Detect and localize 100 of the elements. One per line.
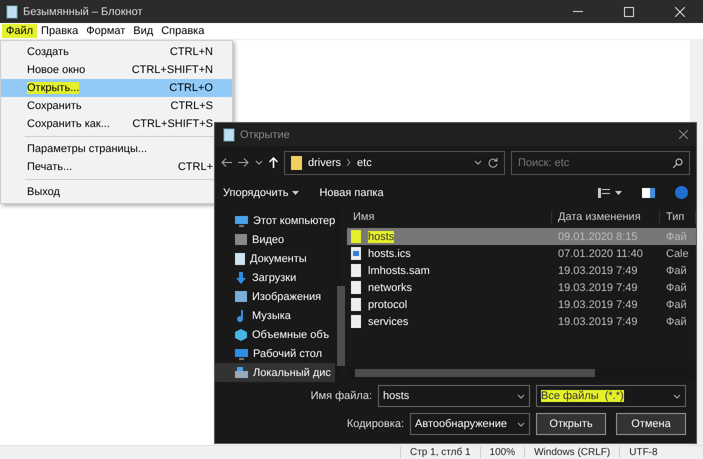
status-text: UTF-8 xyxy=(619,447,667,458)
up-arrow-icon[interactable] xyxy=(269,157,278,168)
file-name: protocol xyxy=(368,298,408,310)
navigation-item[interactable]: Документы xyxy=(215,249,336,268)
preview-pane-icon[interactable] xyxy=(642,188,655,198)
calendar-file-icon xyxy=(351,247,361,260)
shortcut-text: CTRL+N xyxy=(170,46,213,58)
status-text: Windows (CRLF) xyxy=(524,447,620,458)
date-cell-text: 19.03.2019 7:49 xyxy=(557,264,639,276)
navigation-item[interactable]: Рабочий стол xyxy=(215,344,336,363)
maximize-icon xyxy=(624,6,634,16)
chevron-icon xyxy=(517,394,525,398)
date-cell-text: 07.01.2020 11:40 xyxy=(557,248,644,260)
refresh-icon[interactable] xyxy=(488,158,498,168)
navigation-item[interactable]: Этот компьютер xyxy=(215,211,336,230)
file-name: services xyxy=(368,316,408,328)
file-icon xyxy=(351,315,361,328)
navigation-item[interactable]: Музыка xyxy=(215,306,336,325)
cube-icon xyxy=(235,328,247,340)
breadcrumb[interactable]: drivers xyxy=(308,156,342,168)
shortcut-text: CTRL+SHIFT+S xyxy=(132,118,213,130)
chevron-icon xyxy=(255,160,263,165)
shortcut-text: CTRL+S xyxy=(170,100,213,112)
type-cell-text: Фай xyxy=(665,264,688,276)
type-cell-text: Фай xyxy=(665,298,688,310)
download-arrow-icon xyxy=(235,272,247,284)
date-cell-text: 19.03.2019 7:49 xyxy=(557,316,639,328)
breadcrumb[interactable]: etc xyxy=(357,156,372,168)
file-row[interactable]: lmhosts.sam 19.03.2019 7:49 Фай xyxy=(347,262,696,279)
new-folder-button[interactable]: Новая папка xyxy=(319,186,384,198)
encoding-dropdown[interactable]: Автообнаружение xyxy=(410,413,530,435)
status-text: 100% xyxy=(480,447,524,458)
menu-entry[interactable]: Создать CTRL+N xyxy=(1,43,232,61)
close-icon xyxy=(675,6,685,16)
monitor-icon xyxy=(235,214,248,226)
navigation-item[interactable]: Видео xyxy=(215,230,336,249)
file-row[interactable]: networks 19.03.2019 7:49 Фай xyxy=(347,279,696,296)
type-cell-text: Фай xyxy=(665,282,688,294)
navigation-item[interactable]: Объемные объ xyxy=(215,325,336,344)
document-icon xyxy=(235,252,245,264)
navigation-item[interactable]: Локальный дис xyxy=(215,363,336,382)
monitor-icon xyxy=(235,348,248,360)
minimize-icon xyxy=(573,11,583,12)
date-cell-text: 09.01.2020 8:15 xyxy=(557,230,639,242)
navigation-item[interactable]: Изображения xyxy=(215,287,336,306)
file-row[interactable]: hosts.ics 07.01.2020 11:40 Cale xyxy=(347,245,696,262)
menu-entry[interactable]: Открыть... CTRL+O xyxy=(1,79,232,97)
menu-item[interactable]: Правка xyxy=(37,24,82,38)
close-icon[interactable] xyxy=(679,130,688,139)
search-field[interactable]: Поиск: etc xyxy=(511,150,690,174)
search-icon xyxy=(673,158,683,168)
file-row[interactable]: protocol 19.03.2019 7:49 Фай xyxy=(347,296,696,313)
shortcut-text: CTRL+SHIFT+N xyxy=(132,64,213,76)
field-label: Кодировка: xyxy=(346,418,404,430)
open-button[interactable]: Открыть xyxy=(536,413,606,435)
menu-item[interactable]: Вид xyxy=(129,24,158,38)
address-bar[interactable]: drivers etc xyxy=(284,150,505,174)
notepad-icon xyxy=(223,128,235,142)
type-cell-text: Cale xyxy=(665,248,690,260)
window-title: Безымянный – Блокнот xyxy=(23,6,144,18)
file-name: hosts xyxy=(368,230,394,242)
menu-item[interactable]: Справка xyxy=(157,24,208,38)
cancel-button[interactable]: Отмена xyxy=(616,413,686,435)
file-icon xyxy=(351,281,361,294)
date-cell-text: 19.03.2019 7:49 xyxy=(557,282,639,294)
file-row[interactable]: hosts 09.01.2020 8:15 Фай xyxy=(347,228,696,245)
file-icon xyxy=(351,264,361,277)
dialog-title: Открытие xyxy=(240,128,291,140)
navigation-item[interactable]: Загрузки xyxy=(215,268,336,287)
field-label: Имя файла: xyxy=(310,390,372,402)
date-cell-text: 19.03.2019 7:49 xyxy=(557,298,639,310)
menu-entry[interactable]: Новое окно CTRL+SHIFT+N xyxy=(1,61,232,79)
shortcut-text: CTRL+O xyxy=(169,82,213,94)
file-icon xyxy=(351,298,361,311)
status-text: Стр 1, стлб 1 xyxy=(400,447,480,458)
organize-button[interactable]: Упорядочить xyxy=(223,186,300,198)
caret-icon xyxy=(292,190,300,194)
view-options-icon[interactable] xyxy=(598,188,622,198)
column-header[interactable]: Дата изменения xyxy=(552,211,660,223)
forward-arrow-icon[interactable] xyxy=(238,158,249,167)
file-name: lmhosts.sam xyxy=(368,264,430,276)
menu-entry[interactable]: Сохранить CTRL+S xyxy=(1,97,232,115)
help-icon[interactable] xyxy=(675,186,688,199)
chevron-icon xyxy=(673,394,681,398)
file-name: hosts.ics xyxy=(368,248,411,260)
chevron-right-icon xyxy=(347,159,352,166)
menu-item[interactable]: Файл xyxy=(2,24,38,38)
drive-icon xyxy=(235,367,248,378)
column-header[interactable]: Имя xyxy=(347,211,552,223)
file-icon xyxy=(351,230,361,243)
file-name-field[interactable]: hosts xyxy=(378,385,530,407)
type-cell-text: Фай xyxy=(665,316,688,328)
notepad-icon xyxy=(6,4,18,18)
menu-item[interactable]: Формат xyxy=(82,24,130,38)
back-arrow-icon[interactable] xyxy=(221,158,232,167)
file-type-dropdown[interactable]: Все файлы (*.*) xyxy=(536,385,686,407)
chevron-icon xyxy=(517,422,525,426)
file-row[interactable]: services 19.03.2019 7:49 Фай xyxy=(347,313,696,330)
column-header[interactable]: Тип xyxy=(660,211,696,223)
file-name: networks xyxy=(368,282,412,294)
